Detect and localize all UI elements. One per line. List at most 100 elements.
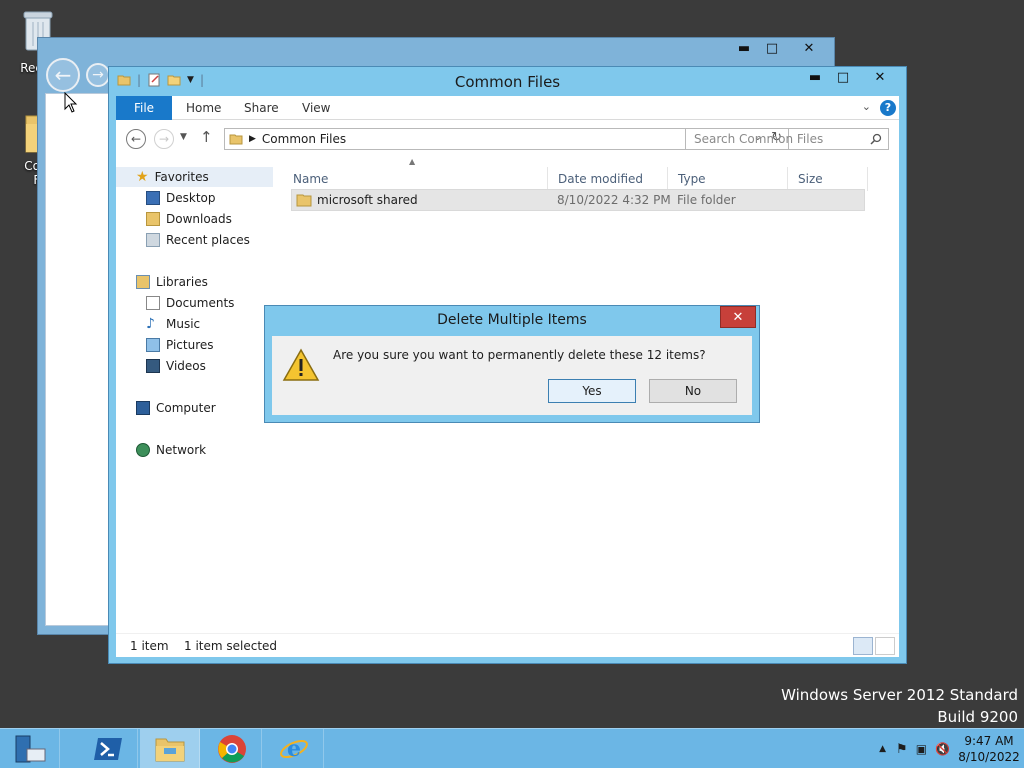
column-header-size[interactable]: Size — [788, 167, 868, 191]
back-button[interactable]: ← — [126, 129, 146, 149]
documents-icon — [146, 296, 160, 310]
row-date: 8/10/2022 4:32 PM — [557, 193, 671, 207]
watermark-edition: Windows Server 2012 Standard — [781, 686, 1018, 704]
navigation-pane: ★ Favorites Desktop Downloads Recent pla… — [116, 157, 273, 633]
minimize-icon[interactable]: ▬ — [801, 67, 829, 87]
breadcrumb-separator-icon[interactable]: ▶ — [249, 134, 256, 144]
back-arrow-icon: ← — [130, 132, 142, 146]
dialog-close-button[interactable]: ✕ — [720, 306, 756, 328]
internet-explorer-icon: e — [279, 736, 308, 762]
maximize-icon[interactable]: □ — [829, 67, 857, 87]
recent-locations-icon[interactable]: ▼ — [180, 132, 187, 142]
up-arrow-icon[interactable]: ↑ — [200, 128, 213, 146]
back-arrow-icon[interactable]: ← — [46, 58, 80, 92]
forward-arrow-icon[interactable]: → — [86, 63, 110, 87]
dialog-message: Are you sure you want to permanently del… — [333, 348, 706, 362]
tab-file[interactable]: File — [116, 96, 172, 120]
close-icon[interactable]: ✕ — [857, 67, 903, 87]
close-icon: ✕ — [732, 309, 744, 325]
row-name: microsoft shared — [317, 193, 418, 207]
server-manager-button[interactable] — [0, 729, 60, 768]
chevron-down-icon[interactable]: ⌄ — [862, 100, 871, 113]
mouse-cursor-icon — [64, 92, 78, 113]
network-status-icon[interactable]: ▣ — [916, 742, 927, 756]
background-caption-buttons: ▬ □ ✕ — [730, 38, 832, 58]
help-icon[interactable]: ? — [880, 100, 896, 116]
action-center-flag-icon[interactable]: ⚑ — [896, 742, 908, 757]
caption-buttons: ▬ □ ✕ — [801, 67, 903, 87]
dialog-body: Are you sure you want to permanently del… — [272, 336, 752, 415]
music-icon: ♪ — [146, 316, 155, 332]
pictures-icon — [146, 338, 160, 352]
show-hidden-icons-icon[interactable]: ▲ — [879, 744, 886, 754]
title-bar[interactable]: | ▼ | Common Files ▬ □ ✕ — [109, 67, 906, 96]
nav-libraries[interactable]: Libraries — [116, 272, 208, 292]
nav-desktop[interactable]: Desktop — [116, 188, 216, 208]
libraries-icon — [136, 275, 150, 289]
delete-confirm-dialog[interactable]: Delete Multiple Items ✕ Are you sure you… — [264, 305, 760, 423]
volume-muted-icon[interactable]: 🔇 — [935, 742, 950, 756]
file-explorer-icon — [155, 738, 184, 762]
tab-view[interactable]: View — [302, 96, 330, 120]
nav-favorites[interactable]: ★ Favorites — [116, 167, 273, 187]
search-placeholder: Search Common Files — [694, 132, 824, 146]
watermark-build: Build 9200 — [937, 708, 1018, 726]
network-icon — [136, 443, 150, 457]
videos-icon — [146, 359, 160, 373]
clock-date: 8/10/2022 — [958, 750, 1020, 764]
status-item-count: 1 item — [130, 639, 169, 653]
maximize-icon[interactable]: □ — [758, 38, 786, 58]
clock[interactable]: 9:47 AM 8/10/2022 — [954, 733, 1024, 765]
server-manager-icon — [15, 735, 45, 763]
nav-pictures[interactable]: Pictures — [116, 335, 214, 355]
forward-button[interactable]: → — [154, 129, 174, 149]
no-button[interactable]: No — [649, 379, 737, 403]
column-header-type[interactable]: Type — [668, 167, 788, 191]
svg-text:e: e — [287, 736, 301, 762]
os-watermark: Windows Server 2012 Standard Build 9200 — [781, 684, 1018, 728]
search-input[interactable]: Search Common Files — [685, 128, 889, 150]
ribbon-tabs: File Home Share View ⌄ ? — [116, 96, 899, 120]
column-header-date[interactable]: Date modified — [548, 167, 668, 191]
warning-icon — [282, 348, 320, 381]
forward-arrow-icon: → — [158, 132, 170, 146]
background-nav-pane — [45, 93, 115, 626]
status-selected: 1 item selected — [184, 639, 278, 653]
chrome-button[interactable] — [202, 729, 262, 768]
table-row[interactable]: microsoft shared 8/10/2022 4:32 PM File … — [291, 189, 865, 211]
powershell-button[interactable] — [78, 729, 138, 768]
dialog-title: Delete Multiple Items — [437, 312, 587, 328]
close-icon[interactable]: ✕ — [786, 38, 832, 58]
nav-downloads[interactable]: Downloads — [116, 209, 232, 229]
folder-icon — [229, 134, 243, 145]
internet-explorer-button[interactable]: e — [264, 729, 324, 768]
computer-icon — [136, 401, 150, 415]
window-title: Common Files — [454, 73, 561, 91]
desktop-icon — [146, 191, 160, 205]
system-tray: ▲ ⚑ ▣ 🔇 9:47 AM 8/10/2022 — [879, 729, 1024, 768]
clock-time: 9:47 AM — [964, 734, 1014, 748]
nav-network[interactable]: Network — [116, 440, 206, 460]
details-view-icon[interactable] — [853, 637, 873, 655]
nav-recent-places[interactable]: Recent places — [116, 230, 250, 250]
downloads-icon — [146, 212, 160, 226]
column-header-name[interactable]: Name — [283, 167, 548, 191]
file-explorer-button[interactable] — [140, 729, 200, 768]
row-type: File folder — [677, 193, 736, 207]
nav-music[interactable]: ♪ Music — [116, 314, 200, 334]
folder-icon — [296, 194, 312, 207]
minimize-icon[interactable]: ▬ — [730, 38, 758, 58]
powershell-icon — [93, 738, 122, 760]
nav-documents[interactable]: Documents — [116, 293, 234, 313]
tab-home[interactable]: Home — [186, 96, 221, 120]
tab-share[interactable]: Share — [244, 96, 279, 120]
breadcrumb-current[interactable]: Common Files — [262, 132, 346, 146]
nav-computer[interactable]: Computer — [116, 398, 216, 418]
nav-videos[interactable]: Videos — [116, 356, 206, 376]
search-icon — [870, 133, 882, 145]
status-bar: 1 item 1 item selected — [116, 633, 899, 657]
large-icons-view-icon[interactable] — [875, 637, 895, 655]
star-icon: ★ — [136, 169, 149, 185]
yes-button[interactable]: Yes — [548, 379, 636, 403]
sort-ascending-icon: ▲ — [409, 157, 416, 166]
